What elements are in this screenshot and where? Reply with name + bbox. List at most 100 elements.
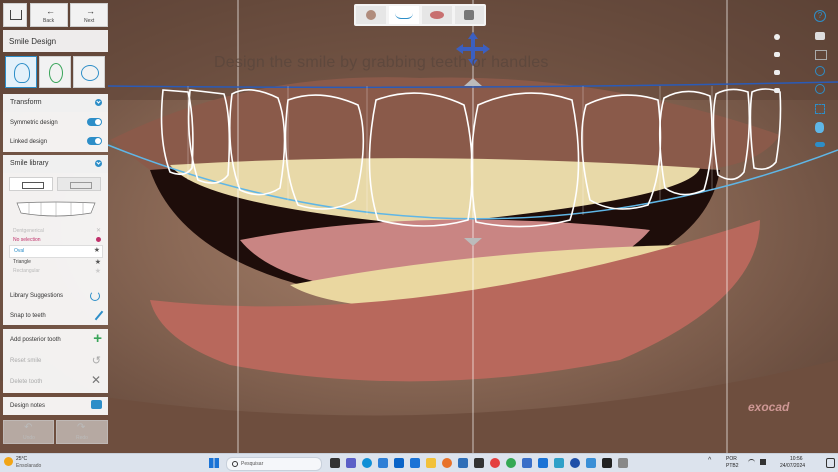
- snap-to-teeth-row[interactable]: Snap to teeth: [3, 307, 108, 325]
- weather-temp: 25°C: [16, 456, 28, 462]
- notifications-icon[interactable]: [826, 458, 835, 468]
- star-icon: ★: [93, 247, 100, 254]
- clock-date[interactable]: 24/07/2024: [780, 463, 805, 469]
- tab-face-mode[interactable]: [356, 6, 386, 24]
- app-icon-6[interactable]: [554, 458, 564, 468]
- delete-x-icon: ✕: [90, 373, 101, 387]
- design-notes-row[interactable]: Design notes: [3, 397, 108, 415]
- clock-time[interactable]: 10:56: [790, 456, 803, 462]
- library-suggestions-row[interactable]: Library Suggestions: [3, 287, 108, 305]
- upper-teeth-thumb-icon: [22, 182, 44, 189]
- tab-lips-mode[interactable]: [422, 6, 452, 24]
- edge-icon[interactable]: [362, 458, 372, 468]
- reset-smile-row[interactable]: Reset smile ↺: [3, 352, 108, 370]
- undo-button[interactable]: ↶ Undo: [3, 420, 54, 444]
- tray-chevron-up-icon[interactable]: ^: [708, 457, 711, 464]
- app-icon-8[interactable]: [586, 458, 596, 468]
- no-selection-icon: [96, 237, 101, 242]
- input-language[interactable]: POR: [726, 456, 737, 462]
- mirror-view-icon[interactable]: [815, 50, 827, 60]
- back-arrow-icon: ←: [46, 6, 55, 16]
- windows-taskbar: 25°C Ensolarado Pesquisar ^ POR PTB2 10:…: [0, 453, 838, 472]
- tab-smile-curve-mode[interactable]: [389, 6, 419, 24]
- rotate-left-icon[interactable]: [815, 66, 825, 76]
- delete-tooth-row[interactable]: Delete tooth ✕: [3, 373, 108, 391]
- search-icon: [232, 461, 238, 467]
- weather-desc: Ensolarado: [16, 463, 42, 469]
- smile-photo-canvas[interactable]: Design the smile by grabbing teeth or ha…: [0, 0, 838, 453]
- taskbar-search[interactable]: Pesquisar: [226, 457, 322, 471]
- wifi-icon[interactable]: [748, 459, 755, 466]
- tab-teeth-mode[interactable]: [455, 6, 484, 24]
- close-icon: ✕: [95, 228, 101, 234]
- star-icon: ★: [94, 259, 101, 266]
- linked-design-label: Linked design: [10, 139, 48, 145]
- chrome-icon[interactable]: [506, 458, 516, 468]
- design-mode-buttons: [3, 54, 108, 90]
- symmetric-design-row: Symmetric design: [3, 114, 108, 132]
- lower-teeth-thumb-icon: [70, 182, 92, 189]
- back-button[interactable]: ← Back: [30, 3, 68, 27]
- refresh-icon: [90, 291, 100, 301]
- home-button[interactable]: [3, 3, 27, 27]
- task-view-icon[interactable]: [330, 458, 340, 468]
- teeth-preview-icon: [16, 201, 96, 217]
- redo-button[interactable]: ↷ Redo: [56, 420, 108, 444]
- smile-library-header[interactable]: Smile library: [3, 155, 108, 173]
- firefox-icon[interactable]: [442, 458, 452, 468]
- app-icon-3[interactable]: [490, 458, 500, 468]
- tooth-visibility-icon[interactable]: [815, 122, 824, 133]
- app-icon-1[interactable]: [458, 458, 468, 468]
- start-icon[interactable]: [209, 458, 219, 468]
- light-icon[interactable]: [815, 142, 825, 147]
- list-item[interactable]: Oval ★: [9, 245, 103, 258]
- screenshot-icon[interactable]: [815, 32, 825, 40]
- lips-icon: [430, 11, 444, 19]
- library-tab-lower[interactable]: [57, 177, 101, 191]
- app-icon-4[interactable]: [522, 458, 532, 468]
- app-icon-9[interactable]: [602, 458, 612, 468]
- smile-library-title: Smile library: [10, 160, 49, 167]
- symmetric-design-label: Symmetric design: [10, 120, 58, 126]
- left-panel: ← Back → Next Smile Design Transform Sym…: [0, 0, 108, 453]
- mail-icon[interactable]: [410, 458, 420, 468]
- fit-view-icon[interactable]: [815, 104, 825, 114]
- app-icon-2[interactable]: [474, 458, 484, 468]
- transform-title: Transform: [10, 99, 42, 106]
- view-side-icon[interactable]: [774, 70, 780, 75]
- notes-icon: [91, 400, 102, 409]
- app-icon-10[interactable]: [618, 458, 628, 468]
- mode-move-button[interactable]: [5, 56, 37, 88]
- mode-shape-button[interactable]: [39, 56, 71, 88]
- outlook-icon[interactable]: [394, 458, 404, 468]
- help-icon[interactable]: ?: [814, 10, 826, 22]
- tooth-shape-icon: [49, 63, 63, 83]
- volume-icon[interactable]: [760, 459, 766, 465]
- list-item[interactable]: Dentgenerical ✕: [9, 227, 103, 236]
- mode-mirror-button[interactable]: [73, 56, 105, 88]
- right-toolbar: ?: [760, 0, 838, 453]
- app-icon-7[interactable]: [570, 458, 580, 468]
- store-icon[interactable]: [378, 458, 388, 468]
- app-icon-5[interactable]: [538, 458, 548, 468]
- folder-icon[interactable]: [426, 458, 436, 468]
- input-language-variant: PTB2: [726, 463, 739, 469]
- search-placeholder: Pesquisar: [241, 461, 264, 467]
- library-tab-upper[interactable]: [9, 177, 53, 191]
- teams-icon[interactable]: [346, 458, 356, 468]
- weather-icon[interactable]: [4, 457, 13, 466]
- list-item[interactable]: Triangle ★: [9, 258, 103, 267]
- linked-design-toggle[interactable]: [87, 137, 102, 145]
- view-top-icon[interactable]: [774, 52, 780, 57]
- snap-to-teeth-label: Snap to teeth: [10, 313, 46, 319]
- list-item[interactable]: Rectangular ★: [9, 267, 103, 276]
- add-posterior-tooth-row[interactable]: Add posterior tooth +: [3, 331, 108, 349]
- undo-label: Undo: [23, 435, 35, 441]
- rotate-right-icon[interactable]: [815, 84, 825, 94]
- view-front-icon[interactable]: [774, 34, 780, 40]
- view-bottom-icon[interactable]: [774, 88, 780, 93]
- list-item[interactable]: No selection: [9, 236, 103, 245]
- next-button[interactable]: → Next: [70, 3, 108, 27]
- transform-header[interactable]: Transform: [3, 94, 108, 112]
- symmetric-design-toggle[interactable]: [87, 118, 102, 126]
